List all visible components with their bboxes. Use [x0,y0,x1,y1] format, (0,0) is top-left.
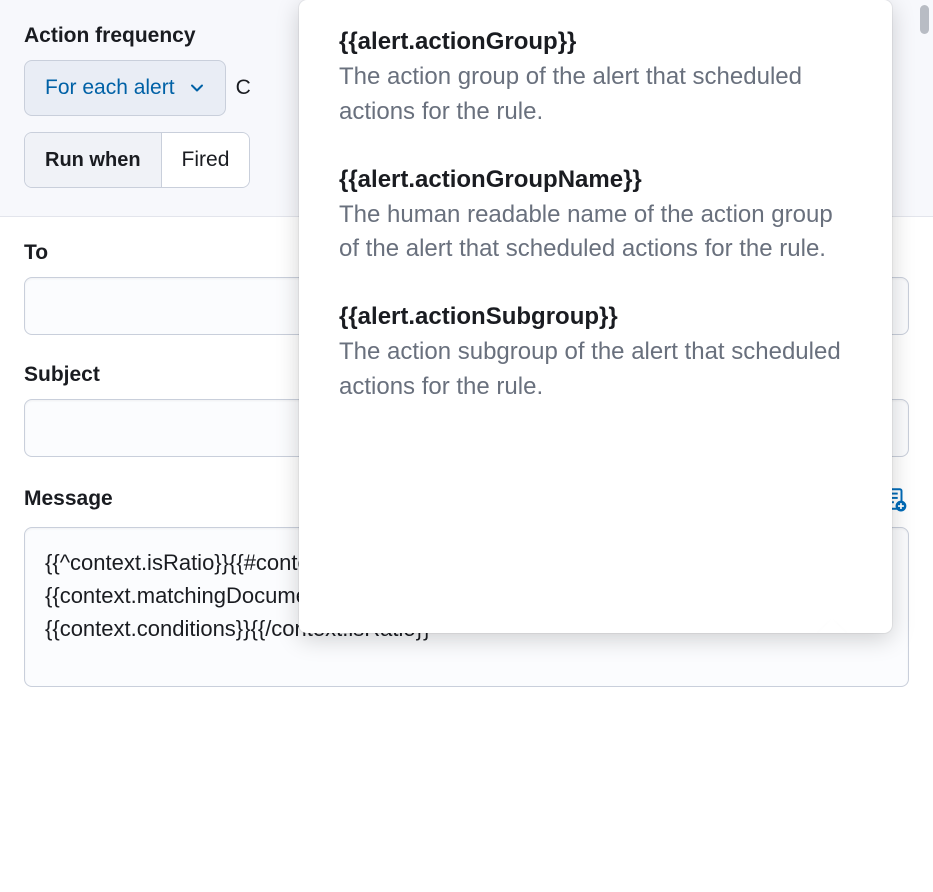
for-each-alert-select[interactable]: For each alert [24,60,226,116]
variable-name: {{alert.actionSubgroup}} [339,303,852,331]
for-each-alert-text: For each alert [45,76,175,100]
variable-description: The human readable name of the action gr… [339,198,852,268]
run-when-value: Fired [162,133,250,187]
variables-popover: {{alert.actionGroup}} The action group o… [299,0,892,633]
variable-item[interactable]: {{alert.actionGroup}} The action group o… [339,28,852,130]
variable-item[interactable]: {{alert.actionSubgroup}} The action subg… [339,303,852,405]
scrollbar-thumb[interactable] [920,5,929,34]
run-when-select[interactable]: Run when Fired [24,132,250,188]
variable-item[interactable]: {{alert.actionGroupName}} The human read… [339,166,852,268]
variable-name: {{alert.actionGroup}} [339,28,852,56]
run-when-label: Run when [25,133,162,187]
variable-description: The action group of the alert that sched… [339,60,852,130]
variable-name: {{alert.actionGroupName}} [339,166,852,194]
message-label: Message [24,487,113,511]
truncated-char: C [236,76,251,100]
variable-description: The action subgroup of the alert that sc… [339,335,852,405]
chevron-down-icon [189,80,205,96]
